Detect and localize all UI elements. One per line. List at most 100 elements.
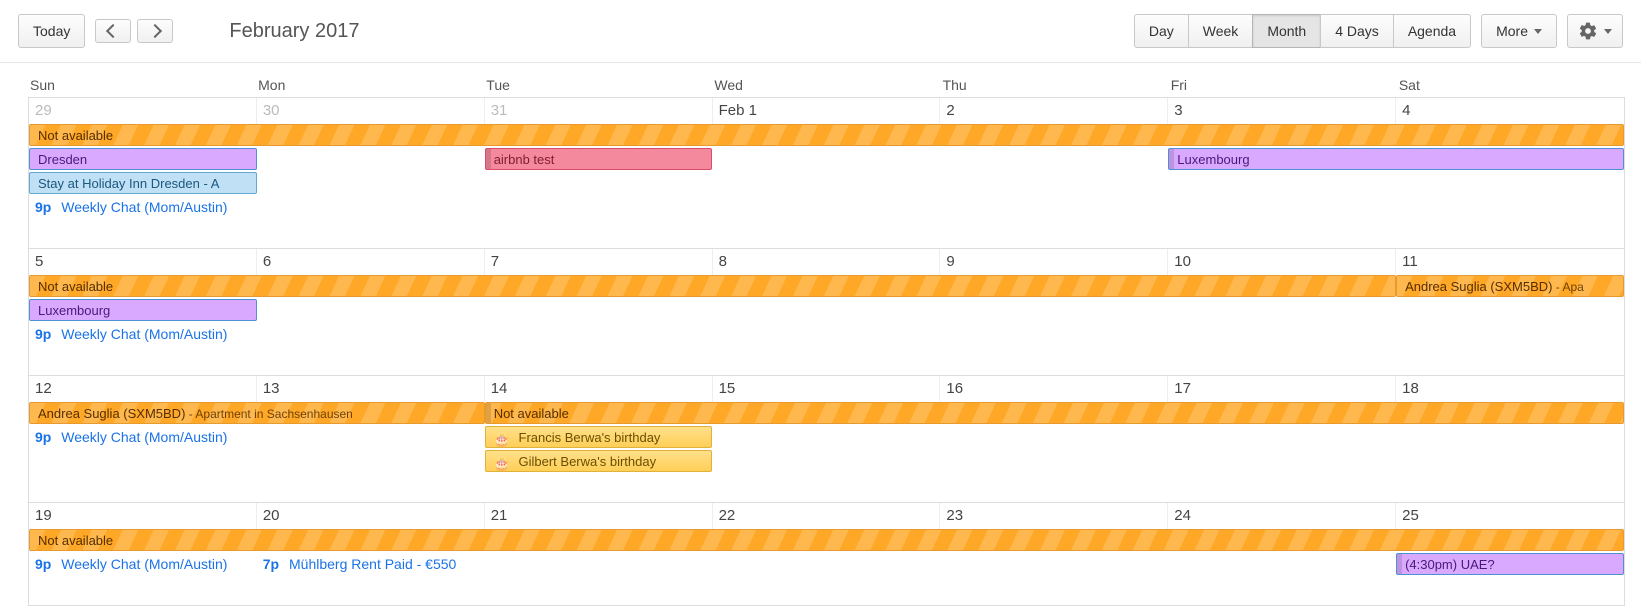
- event-time: 9p: [35, 199, 51, 215]
- date-cell[interactable]: 31: [485, 98, 713, 124]
- cake-icon: 🎂: [494, 453, 510, 472]
- event-label: Weekly Chat (Mom/Austin): [61, 326, 227, 342]
- date-cell[interactable]: 23: [940, 503, 1168, 529]
- event-gilbert-birthday[interactable]: 🎂 Gilbert Berwa's birthday: [485, 450, 713, 472]
- calendar-toolbar: Today February 2017 Day Week Month 4 Day…: [0, 0, 1641, 63]
- event-weekly-chat[interactable]: 9p Weekly Chat (Mom/Austin): [29, 553, 257, 575]
- date-cell[interactable]: 12: [29, 376, 257, 402]
- chevron-right-icon: [148, 24, 162, 38]
- dow-header: Sun Mon Tue Wed Thu Fri Sat: [28, 71, 1625, 97]
- prev-month-button[interactable]: [95, 19, 131, 43]
- dow-label: Thu: [941, 71, 1169, 97]
- date-cell[interactable]: 4: [1396, 98, 1624, 124]
- gear-icon: [1578, 21, 1598, 41]
- event-holiday-inn[interactable]: Stay at Holiday Inn Dresden - A: [29, 172, 257, 194]
- more-label: More: [1496, 23, 1528, 39]
- date-cell[interactable]: 18: [1396, 376, 1624, 402]
- event-label: Weekly Chat (Mom/Austin): [61, 199, 227, 215]
- date-cell[interactable]: 16: [940, 376, 1168, 402]
- drag-handle-icon[interactable]: [1396, 554, 1402, 574]
- drag-handle-icon[interactable]: [1168, 149, 1174, 169]
- event-label: Weekly Chat (Mom/Austin): [61, 556, 227, 572]
- date-cell[interactable]: 15: [713, 376, 941, 402]
- date-cell[interactable]: 5: [29, 249, 257, 275]
- event-weekly-chat[interactable]: 9p Weekly Chat (Mom/Austin): [29, 196, 257, 218]
- dow-label: Fri: [1169, 71, 1397, 97]
- view-month-button[interactable]: Month: [1252, 14, 1321, 48]
- event-time: 7p: [263, 556, 279, 572]
- event-andrea-suglia[interactable]: Andrea Suglia (SXM5BD) - Apartment in Sa…: [29, 402, 485, 424]
- date-cell[interactable]: 3: [1168, 98, 1396, 124]
- drag-handle-icon[interactable]: [485, 149, 491, 169]
- event-label: Not available: [494, 406, 569, 421]
- caret-down-icon: [1534, 29, 1542, 34]
- current-range-title: February 2017: [229, 20, 359, 43]
- settings-button[interactable]: [1567, 14, 1623, 48]
- week-row: 12 13 14 15 16 17 18 Andrea Suglia (SXM5…: [28, 375, 1625, 502]
- event-muhlberg-rent[interactable]: 7p Mühlberg Rent Paid - €550: [257, 553, 485, 575]
- cake-icon: 🎂: [494, 429, 510, 448]
- date-cell[interactable]: 11: [1396, 249, 1624, 275]
- event-not-available[interactable]: Not available: [485, 402, 1624, 424]
- date-cell[interactable]: 24: [1168, 503, 1396, 529]
- event-label: Luxembourg: [1177, 152, 1249, 167]
- today-button[interactable]: Today: [18, 14, 85, 48]
- date-cell[interactable]: 14: [485, 376, 713, 402]
- event-not-available[interactable]: Not available: [29, 275, 1396, 297]
- event-weekly-chat[interactable]: 9p Weekly Chat (Mom/Austin): [29, 323, 257, 345]
- view-switcher: Day Week Month 4 Days Agenda: [1134, 14, 1471, 48]
- drag-handle-icon[interactable]: [485, 403, 491, 423]
- date-cell[interactable]: 10: [1168, 249, 1396, 275]
- event-weekly-chat[interactable]: 9p Weekly Chat (Mom/Austin): [29, 426, 257, 448]
- event-label: Weekly Chat (Mom/Austin): [61, 429, 227, 445]
- date-cell[interactable]: 2: [940, 98, 1168, 124]
- more-menu-button[interactable]: More: [1481, 14, 1557, 48]
- date-cell[interactable]: 30: [257, 98, 485, 124]
- event-not-available[interactable]: Not available: [29, 124, 1624, 146]
- next-month-button[interactable]: [137, 19, 173, 43]
- event-time: 9p: [35, 429, 51, 445]
- view-day-button[interactable]: Day: [1134, 14, 1189, 48]
- event-label: Francis Berwa's birthday: [519, 430, 661, 445]
- event-label: Gilbert Berwa's birthday: [519, 454, 657, 469]
- date-cell[interactable]: 6: [257, 249, 485, 275]
- event-luxembourg[interactable]: Luxembourg: [1168, 148, 1624, 170]
- caret-down-icon: [1604, 29, 1612, 34]
- date-cell[interactable]: 13: [257, 376, 485, 402]
- date-cell[interactable]: 8: [713, 249, 941, 275]
- nav-arrows: [95, 19, 173, 43]
- event-label: Mühlberg Rent Paid - €550: [289, 556, 456, 572]
- event-andrea-suglia[interactable]: Andrea Suglia (SXM5BD) - Apa: [1396, 275, 1624, 297]
- view-agenda-button[interactable]: Agenda: [1393, 14, 1471, 48]
- week-row: 29 30 31 Feb 1 2 3 4 Not available Dresd…: [28, 97, 1625, 248]
- event-francis-birthday[interactable]: 🎂 Francis Berwa's birthday: [485, 426, 713, 448]
- date-cell[interactable]: 19: [29, 503, 257, 529]
- dow-label: Sun: [28, 71, 256, 97]
- event-label: (4:30pm) UAE?: [1405, 557, 1495, 572]
- date-cell[interactable]: 17: [1168, 376, 1396, 402]
- dow-label: Sat: [1397, 71, 1625, 97]
- week-row: 19 20 21 22 23 24 25 Not available 9p We…: [28, 502, 1625, 606]
- event-not-available[interactable]: Not available: [29, 529, 1624, 551]
- event-dresden[interactable]: Dresden: [29, 148, 257, 170]
- event-label: Andrea Suglia (SXM5BD): [1405, 279, 1552, 294]
- dow-label: Mon: [256, 71, 484, 97]
- event-luxembourg[interactable]: Luxembourg: [29, 299, 257, 321]
- date-cell[interactable]: 9: [940, 249, 1168, 275]
- date-cell[interactable]: 20: [257, 503, 485, 529]
- event-uae[interactable]: (4:30pm) UAE?: [1396, 553, 1624, 575]
- event-sublabel: - Apa: [1552, 280, 1583, 294]
- date-cell[interactable]: Feb 1: [713, 98, 941, 124]
- date-cell[interactable]: 7: [485, 249, 713, 275]
- dow-label: Wed: [712, 71, 940, 97]
- date-cell[interactable]: 21: [485, 503, 713, 529]
- view-4days-button[interactable]: 4 Days: [1320, 14, 1394, 48]
- event-airbnb-test[interactable]: airbnb test: [485, 148, 713, 170]
- month-grid: 29 30 31 Feb 1 2 3 4 Not available Dresd…: [16, 97, 1625, 606]
- date-cell[interactable]: 29: [29, 98, 257, 124]
- date-cell[interactable]: 25: [1396, 503, 1624, 529]
- date-cell[interactable]: 22: [713, 503, 941, 529]
- event-time: 9p: [35, 326, 51, 342]
- dow-label: Tue: [484, 71, 712, 97]
- view-week-button[interactable]: Week: [1188, 14, 1254, 48]
